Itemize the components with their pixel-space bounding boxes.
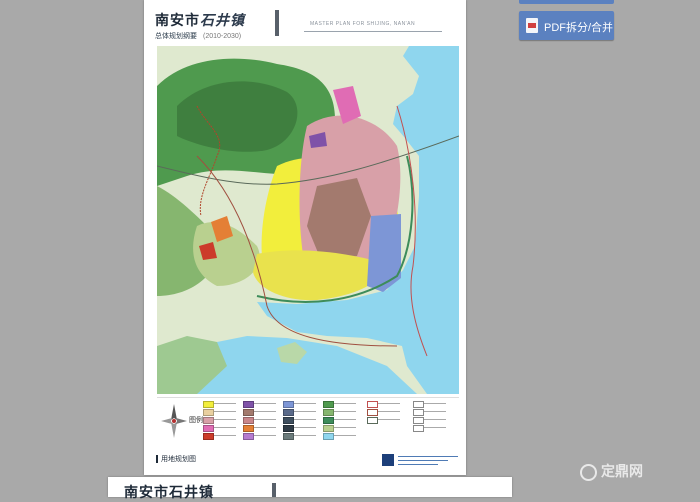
legend-swatch (203, 417, 241, 424)
compass-rose-icon (161, 404, 187, 438)
legend-swatch (203, 401, 241, 408)
subtitle-text: 总体规划纲要 (155, 33, 197, 40)
title-city: 南安市 (155, 13, 200, 29)
legend-swatch (243, 417, 281, 424)
legend-swatch (283, 417, 321, 424)
map-legend: 图例 (157, 397, 459, 450)
legend-label: 图例 (189, 417, 203, 424)
header-divider (275, 10, 279, 36)
pdf-icon (526, 18, 538, 33)
legend-swatch (283, 409, 321, 416)
subtitle-years: (2010-2030) (203, 33, 242, 40)
toolbar-button-edge[interactable] (519, 0, 614, 4)
legend-swatch (283, 401, 321, 408)
map-caption: 用地规划图 (156, 455, 196, 463)
legend-swatch (367, 409, 405, 416)
header-rule (304, 31, 442, 32)
legend-swatch (367, 417, 405, 424)
watermark-logo-icon (580, 463, 597, 481)
logo-text-line (398, 456, 458, 457)
legend-swatch (323, 425, 361, 432)
legend-swatches (203, 401, 457, 447)
legend-swatch (367, 401, 405, 408)
site-watermark: 定鼎网 (580, 461, 643, 481)
legend-swatch (203, 409, 241, 416)
publisher-logo (382, 453, 462, 467)
legend-swatch (243, 401, 281, 408)
english-title: MASTER PLAN FOR SHIJING, NAN'AN (310, 21, 416, 27)
legend-swatch (243, 425, 281, 432)
legend-swatch (323, 409, 361, 416)
logo-text-line (398, 464, 438, 465)
legend-swatch (203, 433, 241, 440)
next-document-page: 南安市石井镇 (108, 477, 512, 501)
legend-swatch (413, 417, 451, 424)
page-header: 南安市石井镇 总体规划纲要 (2010-2030) MASTER PLAN FOR… (144, 0, 466, 46)
legend-swatch (323, 433, 361, 440)
document-page: 南安市石井镇 总体规划纲要 (2010-2030) MASTER PLAN FOR… (144, 0, 466, 475)
legend-swatch (243, 409, 281, 416)
pdf-button-label: PDF拆分/合并 (544, 22, 614, 34)
next-page-title: 南安市石井镇 (124, 485, 214, 501)
legend-swatch (413, 409, 451, 416)
legend-swatch (203, 425, 241, 432)
legend-swatch (283, 433, 321, 440)
logo-mark-icon (382, 454, 394, 466)
eastern-harbor-district (367, 214, 401, 292)
page-subtitle: 总体规划纲要 (2010-2030) (155, 31, 241, 41)
legend-swatch (413, 401, 451, 408)
logo-text-line (398, 460, 448, 461)
legend-swatch (243, 433, 281, 440)
watermark-text: 定鼎网 (601, 463, 643, 479)
legend-swatch (413, 425, 451, 432)
legend-swatch (323, 401, 361, 408)
title-town: 石井镇 (200, 13, 245, 29)
legend-swatch (283, 425, 321, 432)
legend-swatch (323, 417, 361, 424)
pdf-split-merge-button[interactable]: PDF拆分/合并 (519, 11, 614, 40)
page-title: 南安市石井镇 (155, 10, 245, 30)
land-use-map (157, 46, 459, 394)
